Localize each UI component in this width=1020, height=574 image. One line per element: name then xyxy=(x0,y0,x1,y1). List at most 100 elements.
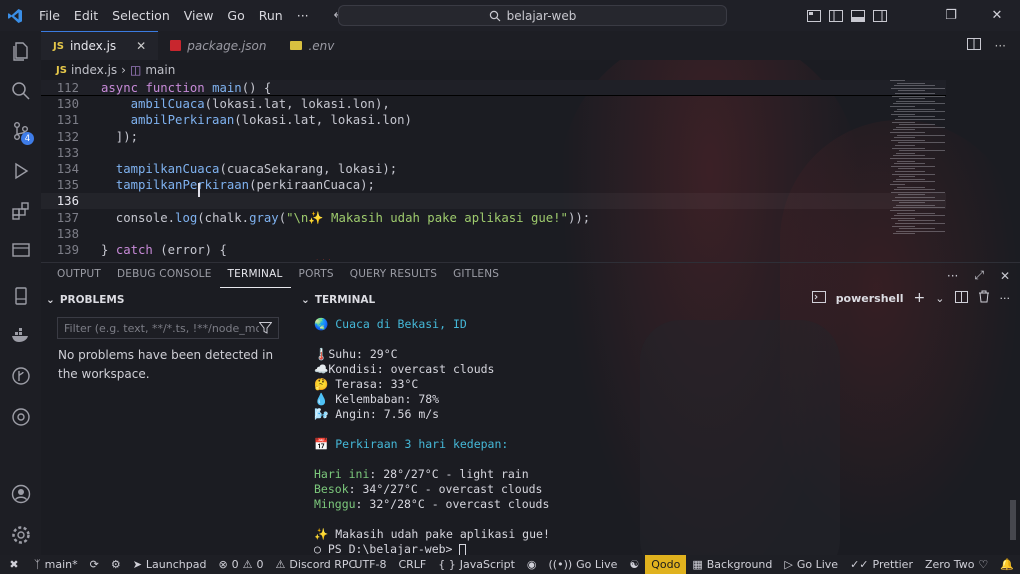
filter-icon[interactable] xyxy=(259,322,272,334)
trash-icon[interactable] xyxy=(978,290,990,306)
tab-env[interactable]: .env xyxy=(278,31,346,60)
go-live-item-2[interactable]: ▷ Go Live xyxy=(778,555,844,574)
toggle-sidebar-icon[interactable] xyxy=(828,8,844,24)
code-line[interactable]: 140 console.error(chalk.red(`\n💥 Waduh e… xyxy=(41,258,946,260)
menu-item[interactable]: Edit xyxy=(67,0,105,31)
close-tab-icon[interactable]: ✕ xyxy=(136,39,146,53)
explorer-icon[interactable] xyxy=(0,31,41,71)
restore-window-icon[interactable]: ❐ xyxy=(928,8,974,23)
code-text: ambilCuaca(lokasi.lat, lokasi.lon), xyxy=(130,97,390,112)
more-actions-icon[interactable]: ··· xyxy=(1000,292,1011,305)
panel-tab-ports[interactable]: PORTS xyxy=(291,262,342,288)
image-icon: ▦ xyxy=(692,558,703,571)
code-line[interactable]: 137 console.log(chalk.gray("\n✨ Makasih … xyxy=(41,210,946,226)
split-terminal-icon[interactable] xyxy=(954,290,968,306)
code-line[interactable]: 139} catch (error) { xyxy=(41,242,946,258)
more-actions-icon[interactable]: ··· xyxy=(947,269,958,283)
code-text: async function main() { xyxy=(101,81,272,95)
menu-item[interactable]: Go xyxy=(220,0,251,31)
account-icon[interactable] xyxy=(0,474,41,514)
eol-item[interactable]: CRLF xyxy=(392,555,432,574)
customize-layout-icon[interactable] xyxy=(806,8,822,24)
menu-bar: File Edit Selection View Go Run ··· xyxy=(32,0,316,31)
toggle-panel-icon[interactable] xyxy=(850,8,866,24)
branch-indicator[interactable]: ᛉ main* xyxy=(28,555,84,574)
remote-explorer-icon[interactable] xyxy=(0,231,41,271)
menu-item[interactable]: ··· xyxy=(290,0,316,31)
git-graph-icon[interactable] xyxy=(0,397,41,437)
menu-item[interactable]: View xyxy=(177,0,221,31)
terminal-scrollbar[interactable] xyxy=(1010,320,1016,550)
code-line[interactable]: 136 xyxy=(41,193,946,210)
code-line[interactable]: 132 ]); xyxy=(41,129,946,145)
menu-item[interactable]: Selection xyxy=(105,0,177,31)
panel-tab-gitlens[interactable]: GITLENS xyxy=(445,262,507,288)
extension-status-icon[interactable]: ☯ xyxy=(623,555,645,574)
tab-index-js[interactable]: JS index.js ✕ xyxy=(41,31,159,60)
discord-label: Discord RPC xyxy=(289,558,357,571)
toggle-secondary-sidebar-icon[interactable] xyxy=(872,8,888,24)
code-line[interactable]: 130 ambilCuaca(lokasi.lat, lokasi.lon), xyxy=(41,96,946,112)
code-editor[interactable]: 112 async function main() {130 ambilCuaca… xyxy=(41,80,1020,260)
problems-header[interactable]: ⌄ PROBLEMS xyxy=(41,290,291,310)
code-line[interactable]: 134 tampilkanCuaca(cuacaSekarang, lokasi… xyxy=(41,161,946,177)
tab-label: index.js xyxy=(69,39,117,53)
code-line[interactable]: 135 tampilkanPerkiraan(perkiraanCuaca); xyxy=(41,177,946,193)
settings-gear-icon[interactable] xyxy=(0,515,41,555)
source-control-icon[interactable]: 4 xyxy=(0,111,41,151)
theme-item[interactable]: Zero Two ♡ xyxy=(919,555,994,574)
terminal-icon xyxy=(811,290,826,306)
tab-package-json[interactable]: package.json xyxy=(158,31,278,60)
panel-tab-debug-console[interactable]: DEBUG CONSOLE xyxy=(109,262,220,288)
panel-tab-query-results[interactable]: QUERY RESULTS xyxy=(342,262,445,288)
encoding-item[interactable]: UTF-8 xyxy=(348,555,392,574)
breadcrumb-file[interactable]: index.js xyxy=(71,63,117,77)
menu-item[interactable]: Run xyxy=(252,0,290,31)
close-window-icon[interactable]: ✕ xyxy=(974,8,1020,23)
chevron-down-icon[interactable]: ⌄ xyxy=(935,292,944,305)
split-editor-icon[interactable] xyxy=(966,38,981,53)
command-center-search[interactable]: belajar-web xyxy=(338,5,727,26)
code-line[interactable]: 112 async function main() { xyxy=(41,80,946,96)
code-line[interactable]: 138 xyxy=(41,226,946,242)
remote-indicator-icon[interactable]: ✖ xyxy=(0,555,28,574)
launchpad-item[interactable]: ➤ Launchpad xyxy=(127,555,213,574)
extensions-icon[interactable] xyxy=(0,191,41,231)
run-debug-icon[interactable] xyxy=(0,151,41,191)
database-icon[interactable] xyxy=(0,276,41,316)
prettier-item[interactable]: ✓✓ Prettier xyxy=(844,555,919,574)
close-panel-icon[interactable]: ✕ xyxy=(1000,269,1010,283)
problems-filter-input[interactable]: Filter (e.g. text, **/*.ts, !**/node_mod… xyxy=(57,317,279,339)
menu-item[interactable]: File xyxy=(32,0,67,31)
panel-tab-terminal[interactable]: TERMINAL xyxy=(219,262,291,288)
language-mode-item[interactable]: { } JavaScript xyxy=(432,555,521,574)
maximize-panel-icon[interactable]: ⤢ xyxy=(974,268,984,283)
terminal-panel[interactable]: ⌄ TERMINAL powershell + ⌄ ··· 🌏 Cuaca di… xyxy=(296,290,1020,556)
shell-name[interactable]: powershell xyxy=(836,292,904,305)
gitlens-status-icon[interactable]: ⚙ xyxy=(105,555,127,574)
minimap[interactable] xyxy=(890,80,950,260)
code-line[interactable]: 133 xyxy=(41,145,946,161)
problems-status[interactable]: ⊗ 0 ⚠ 0 xyxy=(212,555,269,574)
command-center-label: belajar-web xyxy=(506,8,577,23)
notifications-bell-icon[interactable]: 🔔 xyxy=(994,555,1020,574)
breadcrumb: JS index.js › ◫ main xyxy=(41,60,175,80)
code-line[interactable]: 131 ambilPerkiraan(lokasi.lat, lokasi.lo… xyxy=(41,112,946,128)
panel-actions: ··· ⤢ ✕ xyxy=(947,263,1010,288)
qodo-item[interactable]: Qodo xyxy=(645,555,687,574)
search-sidebar-icon[interactable] xyxy=(0,71,41,111)
background-item[interactable]: ▦ Background xyxy=(686,555,778,574)
filter-placeholder: Filter (e.g. text, **/*.ts, !**/node_mod… xyxy=(64,321,259,335)
go-live-item[interactable]: ((•)) Go Live xyxy=(543,555,624,574)
more-actions-icon[interactable]: ··· xyxy=(995,39,1006,53)
copilot-icon[interactable]: ◉ xyxy=(521,555,543,574)
docker-icon[interactable] xyxy=(0,316,41,356)
panel-tab-output[interactable]: OUTPUT xyxy=(49,262,109,288)
sync-icon[interactable]: ⟳ xyxy=(84,555,105,574)
new-terminal-icon[interactable]: + xyxy=(914,290,926,306)
line-number: 139 xyxy=(56,243,79,257)
gitlens-icon[interactable] xyxy=(0,356,41,396)
breadcrumb-symbol[interactable]: main xyxy=(145,63,175,77)
